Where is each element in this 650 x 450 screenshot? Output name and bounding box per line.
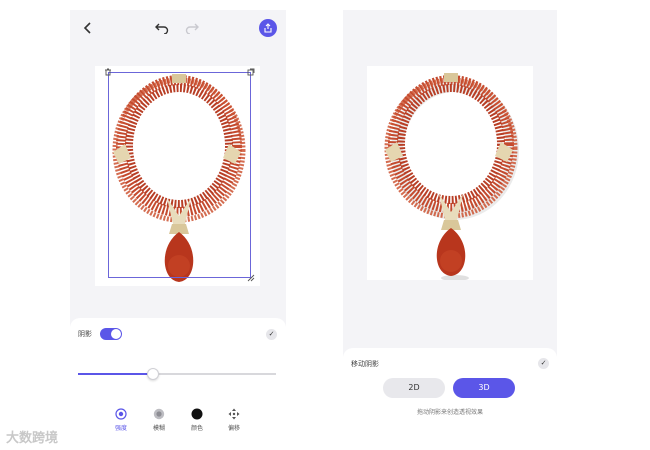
copy-icon[interactable]	[247, 68, 255, 76]
tool-label: 模糊	[152, 425, 165, 432]
tool-label: 偏移	[227, 425, 240, 432]
tool-label: 颜色	[190, 425, 203, 432]
slider-knob[interactable]	[147, 368, 160, 380]
offset-icon	[228, 408, 240, 420]
shadow-toggle[interactable]	[100, 328, 122, 340]
watermark-logo: 大数跨境	[6, 431, 59, 446]
necklace-image[interactable]	[367, 66, 533, 280]
delete-icon[interactable]	[104, 68, 112, 76]
share-button[interactable]	[259, 19, 277, 37]
editor-topbar	[70, 10, 286, 46]
undo-icon	[155, 23, 169, 34]
color-icon	[191, 408, 203, 420]
tool-label: 强度	[114, 425, 127, 432]
confirm-check-icon[interactable]: ✓	[266, 329, 277, 340]
share-icon	[264, 23, 272, 33]
drag-hint: 拖动阴影来创造透视效果	[416, 409, 483, 416]
move-shadow-panel: 移动阴影 ✓ 2D 3D 拖动阴影来创造透视效果	[343, 348, 557, 440]
intensity-slider[interactable]	[78, 368, 276, 380]
undo-button[interactable]	[152, 18, 172, 38]
chevron-left-icon	[83, 22, 91, 34]
shadow-label: 阴影	[78, 330, 92, 338]
move-shadow-title: 移动阴影	[351, 360, 379, 368]
slider-fill	[78, 373, 154, 375]
resize-handle-icon[interactable]	[247, 274, 255, 282]
tool-color[interactable]: 颜色	[182, 408, 212, 432]
shadow-settings-panel: 阴影 ✓ 强度 模糊 颜色 偏移	[70, 318, 286, 440]
shadow-preview-screen: 移动阴影 ✓ 2D 3D 拖动阴影来创造透视效果	[343, 10, 557, 440]
blur-icon	[153, 408, 165, 420]
editor-screen: 阴影 ✓ 强度 模糊 颜色 偏移	[70, 10, 286, 440]
redo-button[interactable]	[182, 18, 202, 38]
redo-icon	[185, 23, 199, 34]
tool-intensity[interactable]: 强度	[106, 408, 136, 432]
intensity-icon	[115, 408, 127, 420]
back-button[interactable]	[78, 18, 98, 38]
mode-2d-button[interactable]: 2D	[383, 378, 445, 398]
tool-offset[interactable]: 偏移	[219, 408, 249, 432]
toggle-knob	[111, 329, 121, 339]
selection-box[interactable]	[108, 72, 251, 278]
tool-blur[interactable]: 模糊	[144, 408, 174, 432]
mode-3d-button[interactable]: 3D	[453, 378, 515, 398]
confirm-check-icon[interactable]: ✓	[538, 358, 549, 369]
